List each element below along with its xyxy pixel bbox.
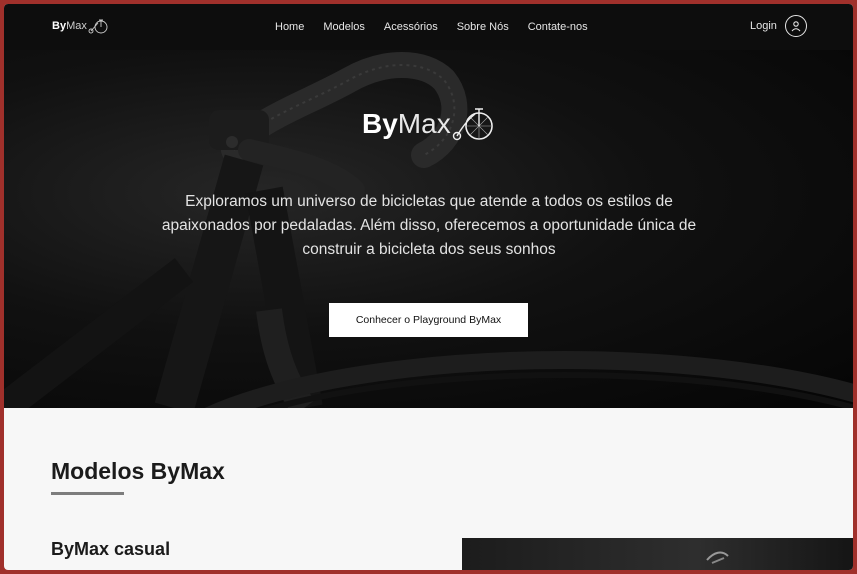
penny-farthing-icon	[452, 108, 493, 141]
models-section-title: Modelos ByMax	[51, 458, 225, 484]
hero-logo-light: Max	[397, 108, 451, 139]
nav-link-sobre-nos[interactable]: Sobre Nós	[457, 21, 509, 33]
hero-logo-bold: By	[362, 108, 398, 139]
nav-link-modelos[interactable]: Modelos	[323, 21, 365, 33]
logo-text-light: Max	[66, 20, 87, 32]
user-circle-icon	[784, 15, 807, 37]
hero-description: Exploramos um universo de bicicletas que…	[161, 193, 697, 258]
hero-banner: By Max Exploramos um universo de biciclet…	[4, 50, 853, 408]
hero-logo: By Max	[362, 106, 495, 142]
penny-farthing-icon	[88, 19, 108, 34]
nav-links: Home Modelos Acessórios Sobre Nós Contat…	[275, 4, 588, 50]
title-underline	[51, 492, 124, 495]
top-navbar: By Max Home Modelos Acessórios Sobre Nós …	[4, 4, 853, 50]
nav-link-contate-nos[interactable]: Contate-nos	[528, 21, 588, 33]
playground-cta-button[interactable]: Conhecer o Playground ByMax	[329, 303, 528, 337]
nav-link-home[interactable]: Home	[275, 21, 304, 33]
model-image[interactable]	[462, 538, 853, 570]
nav-link-acessorios[interactable]: Acessórios	[384, 21, 438, 33]
model-name: ByMax casual	[51, 539, 171, 559]
navbar-logo[interactable]: By Max	[52, 18, 108, 34]
login-button[interactable]: Login	[750, 15, 807, 37]
login-label: Login	[750, 20, 777, 32]
logo-text-bold: By	[52, 20, 67, 32]
bicycle-thumbnail-icon	[706, 551, 729, 564]
browser-viewport: By Max Home Modelos Acessórios Sobre Nós …	[4, 4, 853, 570]
